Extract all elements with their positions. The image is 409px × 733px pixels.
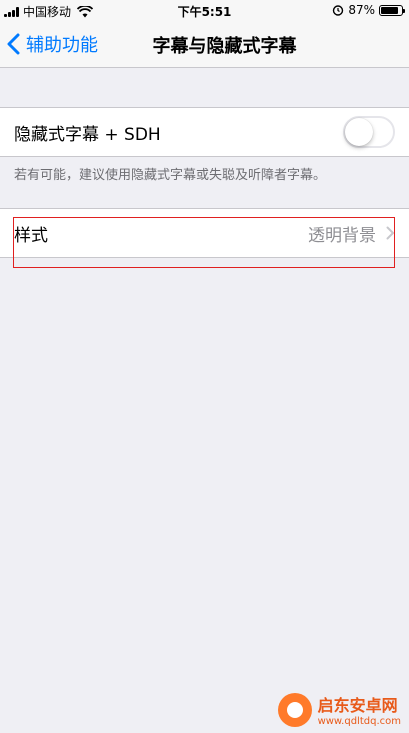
status-right: 87% <box>332 3 405 17</box>
toggle-knob <box>345 118 373 146</box>
watermark-url: www.qdltdq.com <box>317 716 401 727</box>
sdh-toggle[interactable] <box>343 116 395 148</box>
highlight-annotation <box>13 217 395 268</box>
battery-percent: 87% <box>348 3 375 17</box>
watermark-text: 启东安卓网 www.qdltdq.com <box>318 692 401 727</box>
alarm-icon <box>333 5 344 16</box>
sdh-row: 隐藏式字幕 + SDH <box>0 108 409 156</box>
watermark: 启东安卓网 www.qdltdq.com <box>277 692 401 727</box>
status-bar: 中国移动 下午5:51 87% <box>0 0 409 20</box>
battery-fill <box>381 6 399 14</box>
page-title: 字幕与隐藏式字幕 <box>152 36 297 57</box>
sdh-label: 隐藏式字幕 + SDH <box>14 124 161 145</box>
watermark-title: 启东安卓网 <box>317 696 398 715</box>
captions-group: 隐藏式字幕 + SDH <box>0 107 409 157</box>
sdh-footnote: 若有可能，建议使用隐藏式字幕或失聪及听障者字幕。 <box>14 168 327 183</box>
battery-icon <box>379 4 405 16</box>
watermark-logo <box>277 692 312 727</box>
navigation-bar: 辅助功能 字幕与隐藏式字幕 <box>0 20 409 68</box>
